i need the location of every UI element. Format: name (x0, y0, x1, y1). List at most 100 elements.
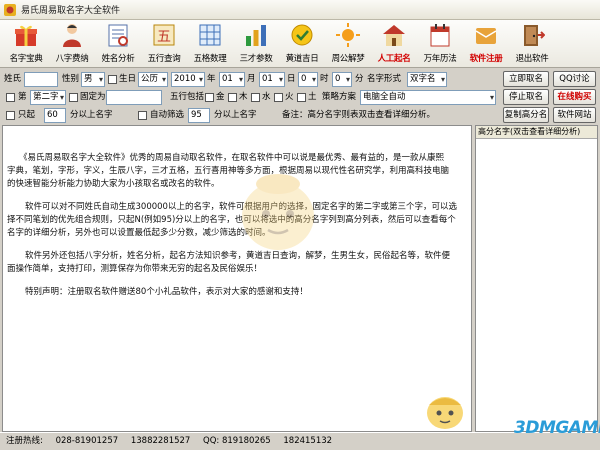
toolbar-button-wuxing[interactable]: 五 五行查询 (142, 22, 186, 66)
toolbar-label: 软件注册 (469, 54, 503, 64)
month-select[interactable]: 01 (219, 72, 245, 87)
year-unit: 年 (207, 74, 216, 84)
hotline-label: 注册热线: (6, 436, 43, 446)
scheme-select[interactable]: 电脑全自动 (360, 90, 496, 105)
wuxing-checkbox-wood[interactable] (228, 93, 237, 102)
qq-discussion-button[interactable]: QQ讨论 (553, 71, 596, 87)
toolbar: 名字宝典 八字费纳 姓名分析 五 五行查询 五格数理 三才参数 黄道吉日 周公解… (0, 20, 600, 68)
toolbar-button-exit[interactable]: 退出软件 (510, 22, 554, 66)
only-suffix: 分以上名字 (70, 110, 113, 120)
hotline-phone-1: 028-81901257 (55, 436, 119, 446)
surname-label: 姓氏 (4, 74, 22, 84)
toolbar-label: 八字费纳 (55, 54, 89, 64)
auto-filter-suffix: 分以上名字 (214, 110, 257, 120)
toolbar-button-name-dictionary[interactable]: 名字宝典 (4, 22, 48, 66)
only-score-checkbox[interactable] (6, 111, 15, 120)
exit-icon (524, 25, 545, 46)
remark-text: 备注：高分名字则表双击查看详细分析。 (282, 110, 436, 120)
toolbar-label: 姓名分析 (101, 54, 135, 64)
hour-select[interactable]: 0 (298, 72, 318, 87)
toolbar-label: 周公解梦 (331, 54, 365, 64)
toolbar-button-manual-naming[interactable]: 人工起名 (372, 22, 416, 66)
wuxing-checkbox-fire[interactable] (274, 93, 283, 102)
high-score-name-list[interactable]: 高分名字(双击查看详细分析) (475, 125, 598, 432)
day-select[interactable]: 01 (259, 72, 285, 87)
toolbar-label: 黄道吉日 (285, 54, 319, 64)
gender-label: 性别 (62, 74, 80, 84)
start-naming-button[interactable]: 立即取名 (503, 71, 549, 87)
toolbar-button-dream[interactable]: 周公解梦 (326, 22, 370, 66)
mascot-corner-icon (427, 397, 463, 429)
fixed-enable-checkbox[interactable] (69, 93, 78, 102)
register-icon (475, 28, 497, 44)
name-form-label: 名字形式 (367, 74, 402, 84)
house-icon (383, 25, 405, 46)
minute-select[interactable]: 0 (332, 72, 352, 87)
site-watermark: 3DMGAME (514, 418, 600, 438)
year-select[interactable]: 2010 (171, 72, 205, 87)
fixed-label: 固定为 (80, 92, 106, 102)
intro-paragraph-line: 《易氏周易取名字大全软件》优秀的周易自动取名软件，在取名软件中可以说是最优秀、最… (19, 153, 445, 163)
buy-online-button[interactable]: 在线购买 (553, 89, 596, 105)
toolbar-button-wuge[interactable]: 五格数理 (188, 22, 232, 66)
mascot-watermark-icon (242, 174, 314, 250)
auto-filter-checkbox[interactable] (138, 111, 147, 120)
wuxing-earth-label: 土 (308, 92, 317, 102)
fixed-char-input[interactable] (106, 90, 162, 105)
svg-text:五: 五 (157, 29, 171, 45)
bar-chart-icon (246, 25, 266, 46)
intro-paragraph-line: 特别声明：注册取名软件赠送80个小礼品软件，表示对大家的感谢和支持！ (25, 287, 308, 297)
intro-text-area[interactable]: 《易氏周易取名字大全软件》优秀的周易自动取名软件，在取名软件中可以说是最优秀、最… (2, 125, 472, 432)
scheme-label: 策略方案 (322, 92, 357, 102)
toolbar-label: 万年历法 (423, 54, 457, 64)
toolbar-button-bazi[interactable]: 八字费纳 (50, 22, 94, 66)
toolbar-label: 人工起名 (377, 54, 411, 64)
calendar-icon (291, 24, 313, 46)
month-unit: 月 (247, 74, 256, 84)
auto-filter-label: 自动筛选 (150, 110, 185, 120)
stop-naming-button[interactable]: 停止取名 (503, 89, 549, 105)
qq-number: QQ: 819180265 (203, 436, 271, 446)
toolbar-button-auspicious-day[interactable]: 黄道吉日 (280, 22, 324, 66)
software-website-button[interactable]: 软件网站 (553, 107, 596, 123)
fixed-char-checkbox[interactable] (6, 93, 15, 102)
fixed-prefix-label: 第 (18, 92, 27, 102)
intro-paragraph-line: 面操作简单，支持打印，测算保存为你带来无穷的起名及民俗娱乐！ (7, 264, 263, 274)
status-bar: 注册热线: 028-81901257 13882281527 QQ: 81918… (0, 432, 600, 450)
wuxing-wood-label: 木 (239, 92, 248, 102)
wuxing-checkbox-metal[interactable] (205, 93, 214, 102)
minute-unit: 分 (355, 74, 364, 84)
toolbar-button-almanac[interactable]: 万年历法 (418, 22, 462, 66)
wuxing-checkbox-earth[interactable] (297, 93, 306, 102)
toolbar-button-sancai[interactable]: 三才参数 (234, 22, 278, 66)
toolbar-label: 五格数理 (193, 54, 227, 64)
calendar-select[interactable]: 公历 (138, 72, 168, 87)
gender-select[interactable]: 男 (81, 72, 105, 87)
surname-input[interactable] (24, 72, 58, 87)
auto-filter-input[interactable]: 95 (188, 108, 210, 123)
wuxing-water-label: 水 (262, 92, 271, 102)
sun-icon (336, 23, 360, 47)
five-elements-icon: 五 (153, 24, 175, 46)
wuxing-metal-label: 金 (216, 92, 225, 102)
copy-high-score-button[interactable]: 复制高分名 (503, 107, 549, 123)
day-unit: 日 (287, 74, 296, 84)
toolbar-button-register[interactable]: 软件注册 (464, 22, 508, 66)
gift-box-icon (15, 25, 37, 46)
qq-number-2: 182415132 (283, 436, 333, 446)
grid-icon (199, 24, 221, 46)
options-panel: 姓氏 性别 男 生日 公历 2010 年 01 月 01 日 0 时 0 分 名… (0, 68, 600, 124)
birth-checkbox[interactable] (108, 75, 117, 84)
toolbar-label: 名字宝典 (9, 54, 43, 64)
wuxing-fire-label: 火 (285, 92, 294, 102)
wuxing-label: 五行包括 (170, 92, 205, 102)
wuxing-checkbox-water[interactable] (251, 93, 260, 102)
toolbar-button-name-analysis[interactable]: 姓名分析 (96, 22, 140, 66)
title-bar: 易氏周易取名字大全软件 (0, 0, 600, 20)
name-form-select[interactable]: 双字名 (407, 72, 447, 87)
window-title: 易氏周易取名字大全软件 (21, 6, 121, 16)
toolbar-label: 五行查询 (147, 54, 181, 64)
app-icon (4, 3, 16, 16)
fixed-position-select[interactable]: 第二字 (30, 90, 66, 105)
only-score-input[interactable]: 60 (44, 108, 66, 123)
